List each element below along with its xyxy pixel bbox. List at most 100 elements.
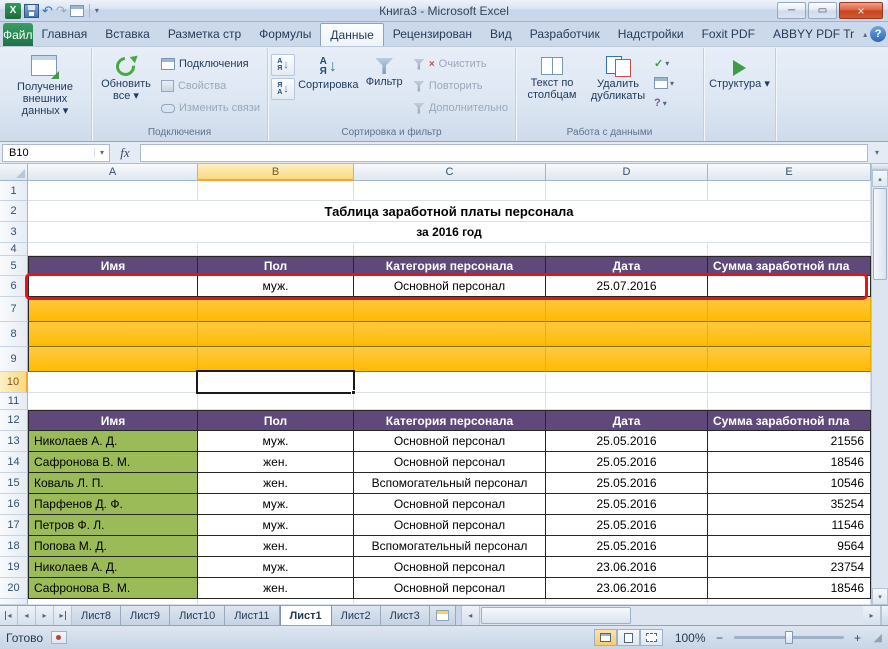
cell-E11[interactable] <box>708 393 871 410</box>
cell-D17[interactable]: 25.05.2016 <box>546 515 708 536</box>
horizontal-scroll-track[interactable] <box>632 606 863 625</box>
row-header-12[interactable]: 12 <box>0 410 28 431</box>
cell-D9[interactable] <box>546 347 708 372</box>
cell-A10[interactable] <box>28 372 198 393</box>
normal-view-button[interactable] <box>594 629 617 646</box>
consolidate-button[interactable]: ▾ <box>651 73 677 93</box>
cell-A15[interactable]: Коваль Л. П. <box>28 473 198 494</box>
connections-button[interactable]: Подключения <box>157 53 264 75</box>
cell-C18[interactable]: Вспомогательный персонал <box>354 536 546 557</box>
active-cell-selection[interactable] <box>196 370 355 394</box>
row-header-20[interactable]: 20 <box>0 578 28 599</box>
tab-developer[interactable]: Разработчик <box>521 23 609 46</box>
cell-B11[interactable] <box>198 393 354 410</box>
get-external-data-button[interactable]: Получение внешних данных ▾ <box>3 50 87 124</box>
tab-view[interactable]: Вид <box>481 23 521 46</box>
sheet-tab-list2[interactable]: Лист2 <box>332 606 381 625</box>
qat-table-icon[interactable] <box>70 5 84 17</box>
row-header-5[interactable]: 5 <box>0 256 28 276</box>
cell-E9[interactable] <box>708 347 871 372</box>
cell-A14[interactable]: Сафронова В. М. <box>28 452 198 473</box>
sheet-title[interactable]: Таблица заработной платы персонала <box>28 201 871 222</box>
cell-D8[interactable] <box>546 322 708 347</box>
cell-B1[interactable] <box>198 181 354 201</box>
header2-cell-date[interactable]: Дата <box>546 410 708 431</box>
cell-B4[interactable] <box>198 243 354 256</box>
cell-D16[interactable]: 25.05.2016 <box>546 494 708 515</box>
next-sheet-button[interactable]: ▸ <box>36 606 54 625</box>
row-header-16[interactable]: 16 <box>0 494 28 515</box>
row-header-13[interactable]: 13 <box>0 431 28 452</box>
cell-E16[interactable]: 35254 <box>708 494 871 515</box>
row-header-1[interactable]: 1 <box>0 181 28 201</box>
cell-B16[interactable]: муж. <box>198 494 354 515</box>
vertical-scroll-track[interactable] <box>872 281 888 588</box>
sheet-tab-list3[interactable]: Лист3 <box>381 606 430 625</box>
cell-C20[interactable]: Основной персонал <box>354 578 546 599</box>
cell-C4[interactable] <box>354 243 546 256</box>
horizontal-scrollbar[interactable]: ◂ ▸ <box>461 606 888 625</box>
zoom-slider[interactable] <box>734 636 844 639</box>
row-header-8[interactable]: 8 <box>0 322 28 347</box>
cell-A17[interactable]: Петров Ф. Л. <box>28 515 198 536</box>
fill-handle[interactable] <box>351 390 356 395</box>
cell-D14[interactable]: 25.05.2016 <box>546 452 708 473</box>
row-header-7[interactable]: 7 <box>0 297 28 322</box>
cell-D13[interactable]: 25.05.2016 <box>546 431 708 452</box>
cell-A16[interactable]: Парфенов Д. Ф. <box>28 494 198 515</box>
cell-E10[interactable] <box>708 372 871 393</box>
cell-A1[interactable] <box>28 181 198 201</box>
save-button[interactable] <box>24 4 39 18</box>
name-box-dropdown-icon[interactable]: ▾ <box>94 148 109 157</box>
cell-B8[interactable] <box>198 322 354 347</box>
header2-cell-category[interactable]: Категория персонала <box>354 410 546 431</box>
data-validation-dropdown-icon[interactable]: ▾ <box>665 59 669 68</box>
row-header-4[interactable]: 4 <box>0 243 28 256</box>
sheet-tab-list9[interactable]: Лист9 <box>121 606 170 625</box>
cell-A18[interactable]: Попова М. Д. <box>28 536 198 557</box>
cell-D20[interactable]: 23.06.2016 <box>546 578 708 599</box>
cell-E19[interactable]: 23754 <box>708 557 871 578</box>
horizontal-scroll-thumb[interactable] <box>481 607 631 624</box>
tab-split-handle[interactable] <box>881 606 888 625</box>
collapse-ribbon-icon[interactable]: ▴ <box>863 30 867 39</box>
cell-B19[interactable]: муж. <box>198 557 354 578</box>
cell-C1[interactable] <box>354 181 546 201</box>
row-header-3[interactable]: 3 <box>0 222 28 243</box>
select-all-corner[interactable] <box>0 164 28 181</box>
cell-B20[interactable]: жен. <box>198 578 354 599</box>
row-header-11[interactable]: 11 <box>0 393 28 410</box>
qat-customize-dropdown-icon[interactable]: ▾ <box>95 6 99 15</box>
cell-E17[interactable]: 11546 <box>708 515 871 536</box>
cell-A4[interactable] <box>28 243 198 256</box>
cell-A13[interactable]: Николаев А. Д. <box>28 431 198 452</box>
row-header-14[interactable]: 14 <box>0 452 28 473</box>
cell-A20[interactable]: Сафронова В. М. <box>28 578 198 599</box>
cell-C7[interactable] <box>354 297 546 322</box>
cell-B17[interactable]: муж. <box>198 515 354 536</box>
undo-button[interactable]: ↶ <box>42 4 53 18</box>
sort-button[interactable]: АЯ ↓ Сортировка <box>297 50 360 124</box>
column-header-D[interactable]: D <box>546 164 708 181</box>
cell-E8[interactable] <box>708 322 871 347</box>
cell-B7[interactable] <box>198 297 354 322</box>
close-button[interactable]: × <box>839 2 883 19</box>
cell-E1[interactable] <box>708 181 871 201</box>
cell-B15[interactable]: жен. <box>198 473 354 494</box>
cell-D4[interactable] <box>546 243 708 256</box>
scroll-right-icon[interactable]: ▸ <box>863 606 881 625</box>
remove-duplicates-button[interactable]: Удалить дубликаты <box>585 50 651 124</box>
cell-A8[interactable] <box>28 322 198 347</box>
cell-B18[interactable]: жен. <box>198 536 354 557</box>
sort-az-button[interactable]: АЯ ↓ <box>271 54 295 76</box>
previous-sheet-button[interactable]: ◂ <box>18 606 36 625</box>
insert-worksheet-button[interactable] <box>430 606 456 625</box>
tab-home[interactable]: Главная <box>33 23 97 46</box>
zoom-slider-thumb[interactable] <box>785 631 793 644</box>
sheet-subtitle[interactable]: за 2016 год <box>28 222 871 243</box>
cell-C8[interactable] <box>354 322 546 347</box>
filter-button[interactable]: Фильтр <box>360 50 409 124</box>
vertical-scrollbar[interactable]: ▴ ▾ <box>871 164 888 605</box>
cell-D18[interactable]: 25.05.2016 <box>546 536 708 557</box>
cell-C15[interactable]: Вспомогательный персонал <box>354 473 546 494</box>
